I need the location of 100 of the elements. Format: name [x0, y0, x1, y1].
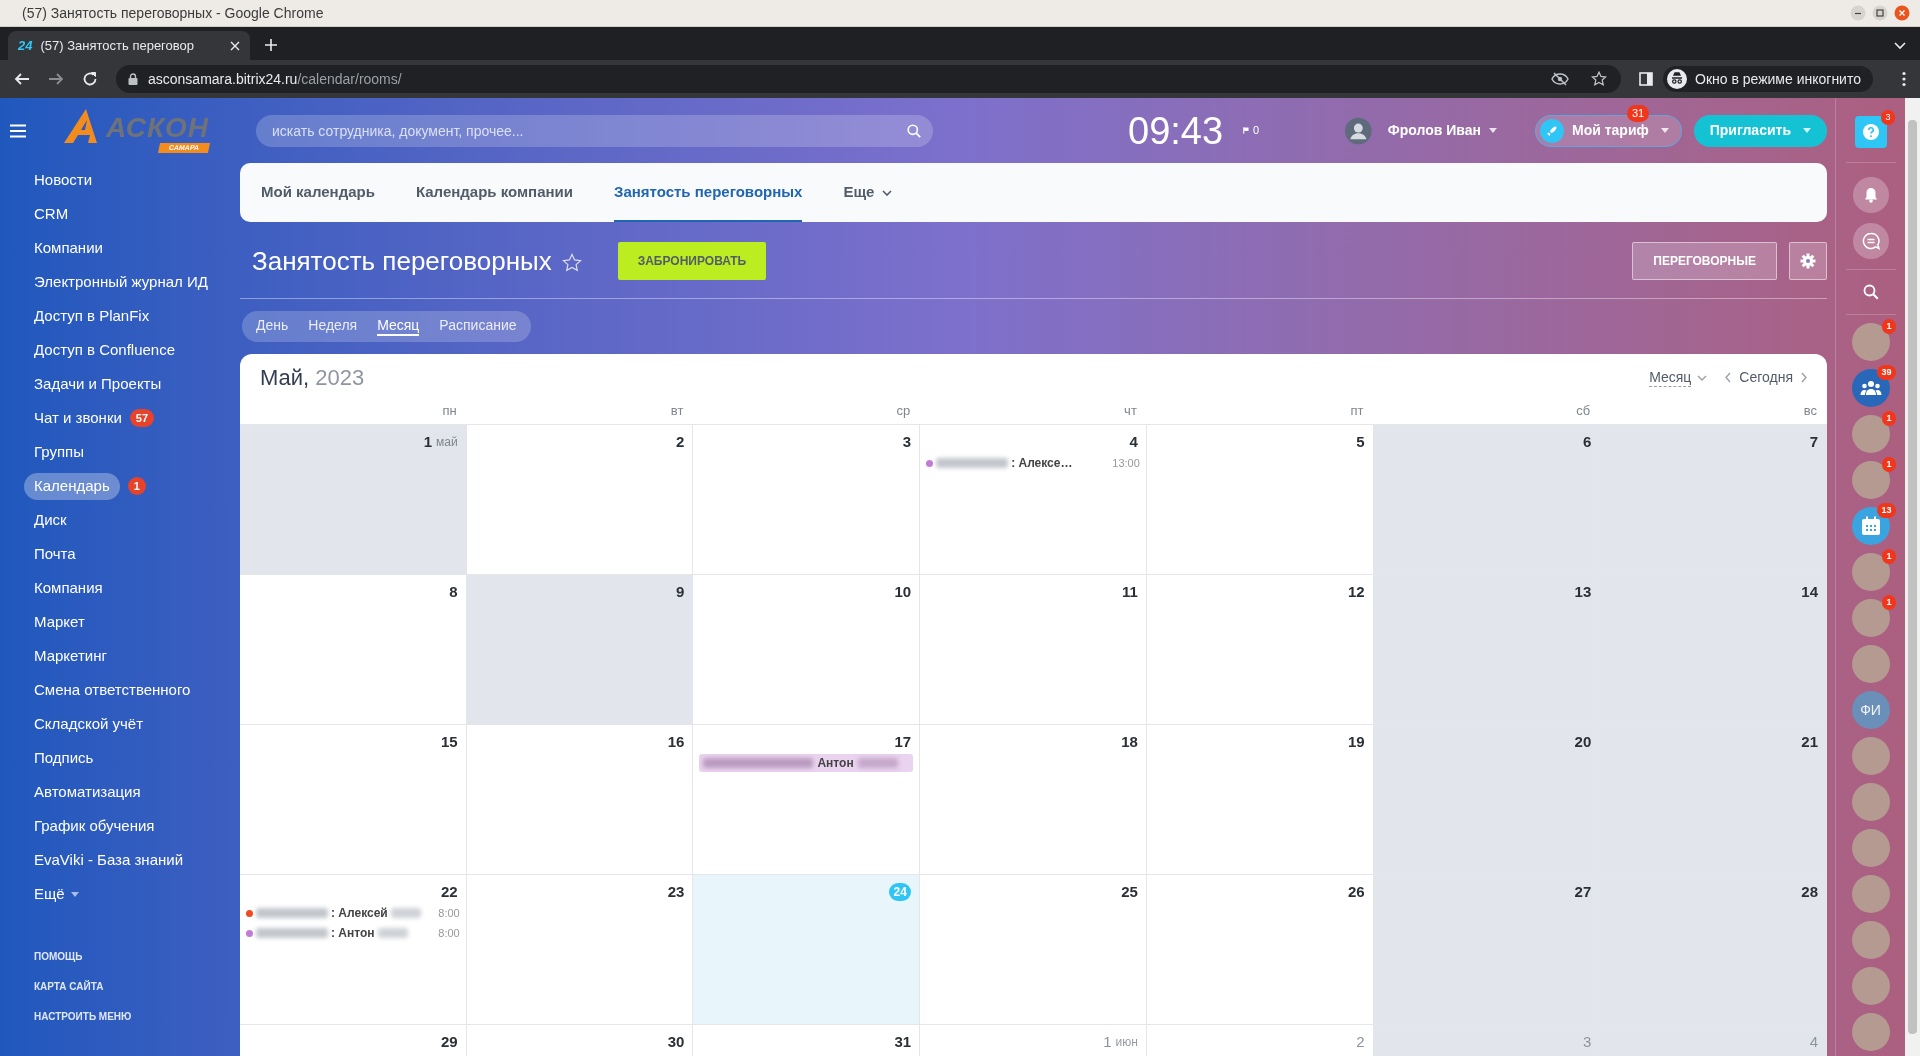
month-abbreviation: май — [436, 434, 458, 451]
close-icon[interactable] — [230, 40, 240, 51]
chat-icon — [1861, 232, 1880, 250]
day-cell[interactable]: 28 — [1600, 875, 1827, 1024]
sidebar-item[interactable]: Задачи и Проекты — [34, 370, 162, 398]
search-icon[interactable] — [1862, 284, 1879, 300]
weekday-label: вс — [1803, 402, 1817, 420]
today-button[interactable]: Сегодня — [1739, 367, 1793, 388]
day-number: 18 — [1121, 731, 1138, 752]
more-icon[interactable] — [1902, 71, 1906, 87]
question-icon — [1862, 124, 1879, 140]
maximize-icon[interactable] — [1872, 5, 1888, 21]
day-number: 17 — [894, 731, 912, 752]
nav-tab[interactable]: Еще — [843, 163, 893, 222]
sidebar-item[interactable]: Подпись — [34, 744, 94, 772]
day-number: 7 — [1809, 431, 1818, 452]
day-number: 19 — [1347, 731, 1365, 752]
sidebar-item[interactable]: EvaViki - База знаний — [34, 846, 184, 874]
footer-link[interactable]: НАСТРОИТЬ МЕНЮ — [34, 1001, 132, 1031]
search-icon[interactable] — [907, 123, 921, 138]
minimize-icon[interactable] — [1850, 5, 1866, 21]
scrollbar[interactable] — [1905, 98, 1920, 1056]
sidebar-item[interactable]: CRM — [34, 200, 69, 228]
notification-badge: 1 — [1882, 549, 1896, 564]
nav-tab[interactable]: Мой календарь — [261, 163, 375, 222]
favicon: 24 — [18, 36, 33, 55]
day-cell[interactable]: 20 — [1373, 725, 1601, 874]
day-cell[interactable]: 13 — [1373, 575, 1601, 724]
chevron-down-icon[interactable] — [1894, 42, 1906, 50]
forward-arrow-icon[interactable] — [48, 71, 64, 87]
sidebar-item[interactable]: Компании — [34, 234, 103, 262]
reload-icon[interactable] — [82, 71, 98, 87]
incognito-indicator[interactable]: Окно в режиме инкогнито — [1663, 66, 1873, 92]
footer-link[interactable]: КАРТА САЙТА — [34, 971, 104, 1001]
day-cell[interactable]: 21 — [1600, 725, 1827, 874]
back-arrow-icon[interactable] — [14, 71, 30, 87]
footer-link[interactable]: ПОМОЩЬ — [34, 941, 83, 971]
notification-badge: 31 — [1627, 104, 1650, 122]
sidebar-item[interactable]: Электронный журнал ИД — [34, 268, 208, 296]
day-cell[interactable]: 14 — [1600, 575, 1827, 724]
day-cell[interactable]: 27 — [1373, 875, 1601, 1024]
menu-icon[interactable] — [10, 123, 26, 138]
help-button[interactable] — [1854, 116, 1887, 148]
sidebar-item[interactable]: Новости — [34, 166, 93, 194]
view-select[interactable]: Месяц — [1649, 368, 1708, 387]
star-icon[interactable] — [1591, 71, 1607, 87]
sidebar-item[interactable]: Календарь — [24, 472, 120, 500]
sidebar-item[interactable]: Маркетинг — [34, 642, 107, 670]
nav-tab[interactable]: Занятость переговорных — [614, 163, 803, 222]
event-title[interactable]: : Алексей — [331, 904, 388, 922]
chat-button[interactable] — [1852, 223, 1889, 259]
sidebar-item[interactable]: Компания — [34, 574, 103, 602]
day-cell[interactable]: 6 — [1373, 425, 1601, 574]
day-cell[interactable]: 7 — [1600, 425, 1827, 574]
sidebar-item[interactable]: Смена ответственного — [34, 676, 191, 704]
chevron-left-icon[interactable] — [1725, 372, 1732, 383]
sidebar-item[interactable]: Доступ в Confluence — [34, 336, 176, 364]
settings-button[interactable] — [1789, 242, 1827, 280]
address-bar[interactable]: asconsamara.bitrix24.ru/calendar/rooms/ — [116, 65, 1621, 93]
book-button[interactable]: ЗАБРОНИРОВАТЬ — [617, 242, 767, 280]
sidebar-item[interactable]: Доступ в PlanFix — [34, 302, 150, 330]
day-number: 5 — [1356, 431, 1365, 452]
redacted-text — [377, 928, 408, 938]
sidebar-item[interactable]: Диск — [34, 506, 67, 534]
day-number: 20 — [1574, 731, 1592, 752]
sidebar-item[interactable]: График обучения — [34, 812, 155, 840]
view-tab[interactable]: Месяц — [377, 317, 420, 336]
event-title[interactable]: : Антон — [331, 924, 375, 942]
user-menu[interactable]: Фролов Иван — [1387, 120, 1497, 141]
day-cell[interactable]: 9 — [466, 575, 694, 724]
notification-badge: 1 — [127, 477, 146, 495]
plus-icon[interactable] — [264, 38, 278, 52]
sidebar-item[interactable]: Почта — [34, 540, 76, 568]
nav-tab[interactable]: Календарь компании — [415, 163, 573, 222]
browser-tab[interactable]: 24 (57) Занятость переговор — [8, 31, 250, 60]
sidebar-item[interactable]: Маркет — [34, 608, 85, 636]
day-number: 27 — [1574, 881, 1592, 902]
day-number: 12 — [1347, 581, 1365, 602]
sidebar-item[interactable]: Чат и звонки — [34, 404, 122, 432]
month-abbreviation: июн — [1115, 1034, 1138, 1051]
day-cell[interactable]: 1 май — [240, 425, 467, 574]
caret-icon — [1803, 128, 1811, 133]
group-chat-avatar[interactable] — [1851, 369, 1890, 407]
eye-off-icon[interactable] — [1551, 72, 1569, 86]
event-title[interactable]: : Алексе… — [1011, 454, 1073, 472]
notifications-button[interactable] — [1852, 177, 1889, 213]
calendar-chat-avatar[interactable] — [1851, 507, 1890, 545]
sidebar-item[interactable]: Автоматизация — [34, 778, 141, 806]
sidebar-item[interactable]: Ещё — [34, 880, 79, 908]
day-number: 2 — [1356, 1031, 1365, 1052]
day-number: 1 — [1103, 1031, 1112, 1052]
side-panel-icon[interactable] — [1639, 72, 1653, 86]
weekday-label: ср — [896, 402, 911, 420]
chevron-right-icon[interactable] — [1801, 372, 1807, 383]
sidebar-item[interactable]: Группы — [34, 438, 84, 466]
day-number: 22 — [441, 881, 458, 902]
notification-badge: 3 — [1881, 110, 1895, 125]
sidebar-item[interactable]: Складской учёт — [34, 710, 144, 738]
flag-icon[interactable] — [1243, 126, 1249, 135]
event-bar[interactable]: Антон — [699, 754, 914, 772]
